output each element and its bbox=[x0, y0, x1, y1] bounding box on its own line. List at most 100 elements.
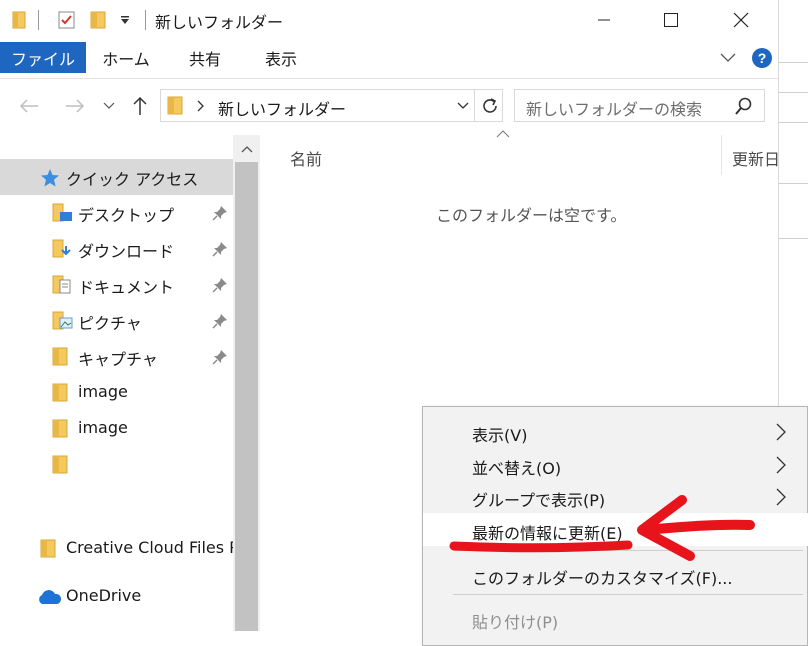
toolbar-separator bbox=[38, 10, 39, 30]
menu-item-refresh[interactable]: 最新の情報に更新(E) bbox=[423, 513, 808, 546]
nav-scrollbar[interactable] bbox=[233, 135, 260, 631]
nav-item-documents[interactable]: ドキュメント bbox=[0, 267, 233, 303]
maximize-button[interactable] bbox=[638, 0, 704, 40]
tab-home[interactable]: ホーム bbox=[96, 40, 156, 76]
arrow-right-icon bbox=[66, 99, 85, 113]
nav-item-desktop[interactable]: デスクトップ bbox=[0, 195, 233, 231]
chevron-right-icon bbox=[776, 423, 786, 441]
pin-icon[interactable] bbox=[212, 277, 228, 293]
help-button[interactable]: ? bbox=[748, 40, 776, 76]
background-window-line bbox=[779, 238, 808, 239]
empty-folder-message: このフォルダーは空です。 bbox=[436, 206, 627, 225]
properties-icon[interactable] bbox=[55, 9, 79, 31]
folder-icon bbox=[167, 96, 183, 115]
scroll-up-button[interactable] bbox=[233, 135, 260, 162]
customize-toolbar-icon[interactable] bbox=[116, 9, 134, 31]
nav-item-label: ダウンロード bbox=[78, 242, 175, 261]
pin-icon[interactable] bbox=[212, 241, 228, 257]
folder-icon bbox=[52, 383, 68, 402]
maximize-icon bbox=[664, 13, 678, 27]
tab-view[interactable]: 表示 bbox=[253, 40, 309, 76]
chevron-right-icon bbox=[776, 488, 786, 506]
menu-item-paste[interactable]: 貼り付け(P) bbox=[423, 602, 808, 635]
menu-item-label: 並べ替え(O) bbox=[472, 459, 562, 478]
background-window-line bbox=[779, 183, 808, 184]
svg-text:?: ? bbox=[758, 50, 767, 66]
navigation-pane: クイック アクセス デスクトップ ダウンロード ドキュメント ピクチャ キャプチ… bbox=[0, 135, 233, 631]
tab-file[interactable]: ファイル bbox=[0, 42, 86, 73]
nav-item-label: OneDrive bbox=[66, 586, 142, 605]
menu-item-label: このフォルダーのカスタマイズ(F)... bbox=[472, 569, 733, 588]
menu-item-label: 最新の情報に更新(E) bbox=[472, 524, 623, 543]
menu-separator bbox=[453, 550, 803, 551]
column-header-name[interactable]: 名前 bbox=[290, 146, 322, 170]
nav-item-label: クイック アクセス bbox=[66, 170, 199, 189]
expand-ribbon-button[interactable] bbox=[714, 40, 742, 76]
nav-item-image[interactable]: image bbox=[0, 411, 233, 447]
close-button[interactable] bbox=[708, 0, 774, 40]
chevron-down-icon bbox=[720, 53, 736, 62]
folder-icon bbox=[52, 419, 68, 438]
refresh-icon[interactable] bbox=[480, 96, 500, 116]
nav-item-unnamed-folder[interactable] bbox=[0, 447, 233, 483]
search-input[interactable]: 新しいフォルダーの検索 bbox=[526, 96, 702, 120]
ribbon-divider bbox=[0, 78, 778, 79]
nav-item-creative-cloud[interactable]: Creative Cloud Files P bbox=[0, 531, 233, 567]
nav-item-pictures[interactable]: ピクチャ bbox=[0, 303, 233, 339]
help-icon: ? bbox=[752, 48, 772, 68]
folder-icon bbox=[52, 347, 68, 366]
new-folder-icon[interactable] bbox=[86, 9, 110, 31]
nav-item-onedrive[interactable]: OneDrive bbox=[0, 579, 233, 615]
column-header-date[interactable]: 更新日 bbox=[732, 146, 778, 170]
recent-locations-button[interactable] bbox=[98, 88, 120, 124]
pin-icon[interactable] bbox=[212, 313, 228, 329]
pin-icon[interactable] bbox=[212, 205, 228, 221]
chevron-right-icon bbox=[197, 100, 204, 112]
nav-item-capture[interactable]: キャプチャ bbox=[0, 339, 233, 375]
menu-item-customize-folder[interactable]: このフォルダーのカスタマイズ(F)... bbox=[423, 558, 808, 591]
window-title: 新しいフォルダー bbox=[155, 13, 284, 32]
address-bar[interactable]: 新しいフォルダー bbox=[160, 89, 503, 122]
chevron-down-icon bbox=[103, 102, 115, 109]
search-icon[interactable] bbox=[735, 97, 753, 115]
up-button[interactable] bbox=[126, 88, 154, 124]
toolbar-separator bbox=[145, 10, 146, 30]
folder-icon bbox=[52, 455, 68, 474]
folder-icon bbox=[40, 539, 56, 558]
search-box[interactable]: 新しいフォルダーの検索 bbox=[514, 89, 765, 122]
menu-item-sort-by[interactable]: 並べ替え(O) bbox=[423, 448, 808, 481]
address-history-dropdown-icon[interactable] bbox=[457, 102, 469, 110]
background-window-line bbox=[779, 122, 808, 123]
cloud-icon bbox=[39, 590, 62, 604]
background-window-line bbox=[779, 62, 808, 63]
nav-item-label: Creative Cloud Files P bbox=[66, 538, 233, 557]
pin-icon[interactable] bbox=[212, 349, 228, 365]
nav-item-quick-access[interactable]: クイック アクセス bbox=[0, 159, 233, 195]
minimize-button[interactable] bbox=[571, 0, 637, 40]
menu-item-view[interactable]: 表示(V) bbox=[423, 415, 808, 448]
star-icon bbox=[41, 169, 59, 187]
forward-button[interactable] bbox=[60, 88, 90, 124]
back-button[interactable] bbox=[14, 88, 44, 124]
address-divider bbox=[474, 90, 475, 121]
column-divider[interactable] bbox=[721, 135, 722, 175]
tab-share[interactable]: 共有 bbox=[178, 40, 232, 76]
nav-item-label: ピクチャ bbox=[78, 314, 142, 333]
close-icon bbox=[733, 12, 749, 28]
chevron-up-icon bbox=[241, 145, 252, 152]
background-window-line bbox=[779, 92, 808, 93]
menu-item-label: 表示(V) bbox=[472, 426, 528, 445]
nav-item-image[interactable]: image bbox=[0, 375, 233, 411]
nav-item-label: image bbox=[78, 382, 128, 401]
address-path: 新しいフォルダー bbox=[218, 100, 347, 119]
sort-ascending-icon bbox=[496, 130, 510, 138]
chevron-right-icon bbox=[776, 456, 786, 474]
folder-pictures-icon bbox=[52, 311, 73, 330]
folder-desktop-icon bbox=[52, 203, 72, 222]
menu-item-group-by[interactable]: グループで表示(P) bbox=[423, 480, 808, 513]
menu-item-label: 貼り付け(P) bbox=[472, 613, 559, 632]
ribbon-tabs: ファイル ホーム 共有 表示 ? bbox=[0, 40, 778, 78]
scroll-thumb[interactable] bbox=[235, 162, 258, 631]
nav-item-downloads[interactable]: ダウンロード bbox=[0, 231, 233, 267]
nav-item-label: デスクトップ bbox=[78, 206, 175, 225]
